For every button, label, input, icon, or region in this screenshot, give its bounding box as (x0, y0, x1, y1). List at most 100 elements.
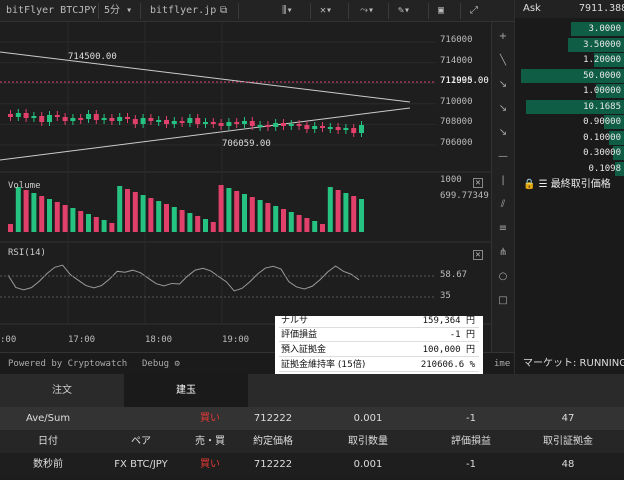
time-axis-tick: 19:00 (222, 335, 250, 345)
high-price-label: 714500.00 (68, 52, 117, 62)
candle-body (62, 117, 68, 121)
volume-bar (117, 186, 123, 232)
ray-icon[interactable]: ↘ (496, 78, 510, 92)
price-chart[interactable]: Volume RSI(14) 714500.00 706059.00 71600… (0, 22, 514, 352)
candle-body (234, 122, 240, 124)
candle-body (304, 125, 310, 129)
powered-by-link[interactable]: Powered by Cryptowatch (8, 353, 127, 375)
candle-body (54, 115, 60, 117)
volume-bar (210, 222, 216, 232)
candle-body (47, 115, 52, 122)
order-book-header: Ask 7911.388 (515, 0, 624, 18)
positions-table: Ave/Sum 買い 712222 0.001 -1 47 日付 ペア 売・買 … (0, 407, 624, 480)
candle-body (93, 114, 99, 120)
candle-body (117, 117, 123, 121)
order-book: Ask 7911.388 3.0000 3.50000 1.20000 50.0000… (514, 0, 624, 374)
parallel-icon[interactable]: ⫽ (496, 198, 510, 212)
candle-body (179, 121, 185, 123)
candle-body (101, 118, 107, 120)
rectangle-icon[interactable]: □ (496, 294, 510, 308)
volume-bar (359, 199, 364, 232)
lock-icon[interactable]: 🔒 (523, 179, 535, 190)
candle-body (109, 118, 115, 121)
ask-price: 7911.388 (579, 3, 624, 14)
tab-orders[interactable]: 注文 (0, 374, 124, 407)
volume-bar (203, 219, 208, 232)
candle-body (359, 125, 364, 133)
draw-tool-icon[interactable]: ✎▾ (398, 0, 410, 22)
low-price-label: 706059.00 (222, 139, 271, 149)
extended-line-icon[interactable]: ↘ (496, 126, 510, 140)
menu-icon[interactable]: ☰ (539, 179, 548, 190)
candle-body (132, 119, 138, 124)
volume-bar (327, 187, 333, 232)
crosshair-icon[interactable]: + (496, 30, 510, 44)
volume-bar (351, 196, 357, 232)
volume-bar (62, 205, 68, 232)
close-rsi-icon[interactable]: ✕ (473, 250, 483, 260)
candle-body (8, 114, 13, 117)
arrow-icon[interactable]: ↘ (496, 102, 510, 116)
candle-body (187, 118, 193, 123)
price-axis-tick: 714000 (440, 55, 473, 66)
fullscreen-icon[interactable]: ⤢ (470, 0, 478, 22)
horizontal-line-icon[interactable]: — (496, 150, 510, 164)
candle-body (39, 116, 45, 122)
price-axis-tick: 708000 (440, 117, 473, 128)
account-popup: ナルサ 159,364 円 評価損益 -1 円 預入証拠金 100,000 円 証拠金… (275, 316, 483, 382)
rsi-title: RSI(14) (8, 248, 46, 258)
drawing-tools: + ╲ ↘ ↘ ↘ — | ⫽ ≡ ⋔ ○ □ (491, 22, 514, 352)
candle-body (343, 128, 349, 130)
candle-body (288, 124, 294, 126)
table-header: 日付 ペア 売・買 約定価格 取引数量 評価損益 取引証拠金 (0, 430, 624, 453)
symbol-label: bitFlyer BTCJPY (6, 5, 97, 16)
tab-positions[interactable]: 建玉 (124, 374, 248, 407)
candle-body (156, 120, 162, 122)
fib-icon[interactable]: ≡ (496, 222, 510, 236)
vertical-line-icon[interactable]: | (496, 174, 510, 188)
exchange-link[interactable]: bitflyer.jp (150, 0, 216, 22)
volume-bar (78, 211, 84, 232)
table-row[interactable]: 数秒前 FX BTC/JPY 買い 712222 0.001 -1 48 (0, 453, 624, 476)
popup-row: ナルサ 159,364 円 (279, 314, 479, 328)
volume-bar (320, 224, 325, 232)
candle-body (203, 122, 208, 124)
last-trade-row: 🔒 ☰ 最終取引価格 (515, 176, 624, 194)
screenshot-icon[interactable]: ▣ (438, 0, 444, 22)
volume-bar (54, 202, 60, 232)
candle-type-icon[interactable]: ⫼▾ (282, 0, 293, 22)
candle-body (249, 121, 255, 126)
volume-bar (234, 191, 240, 232)
volume-bar (101, 220, 107, 232)
candle-body (257, 125, 263, 127)
volume-bar (257, 200, 263, 232)
line-icon[interactable]: ╲ (496, 54, 510, 68)
order-book-level[interactable]: 0.1098 (515, 160, 624, 178)
pitchfork-icon[interactable]: ⋔ (496, 246, 510, 260)
compare-icon[interactable]: ⤳▾ (360, 0, 374, 22)
trend-line (0, 107, 411, 161)
popup-row: 証拠金維持率 (15倍) 210606.6 % (279, 358, 479, 372)
indicator-icon[interactable]: ✕▾ (320, 0, 332, 22)
candle-body (242, 121, 247, 124)
volume-bar (125, 189, 130, 232)
candle-body (140, 118, 146, 124)
time-axis-tick: 17:00 (68, 335, 96, 345)
debug-button[interactable]: Debug ⚙ (142, 353, 180, 375)
candle-body (351, 128, 357, 133)
volume-title: Volume (8, 181, 41, 191)
external-link-icon[interactable]: ⧉ (220, 0, 227, 22)
interval-select[interactable]: 5分 ▾ (104, 0, 132, 22)
close-volume-icon[interactable]: ✕ (473, 178, 483, 188)
last-price-label: 711995.00 (440, 76, 489, 86)
volume-bar (187, 213, 193, 232)
volume-bar (39, 196, 45, 232)
candle-body (218, 123, 224, 126)
volume-bar (281, 209, 286, 232)
volume-bar (335, 190, 341, 232)
bottom-tabs: 注文 建玉 (0, 374, 624, 407)
candle-body (78, 118, 84, 120)
circle-icon[interactable]: ○ (496, 270, 510, 284)
volume-bar (265, 203, 271, 232)
rsi-line (7, 264, 360, 292)
